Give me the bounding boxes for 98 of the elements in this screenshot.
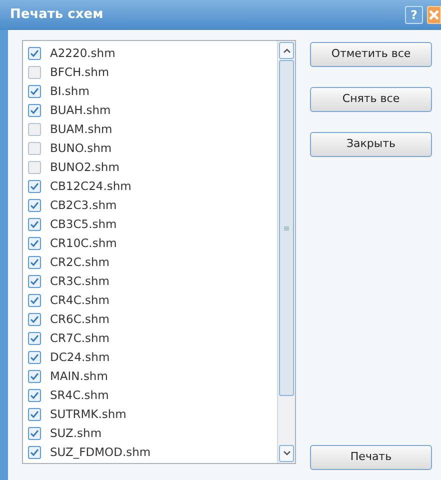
scroll-down-button[interactable] — [279, 445, 294, 462]
file-name: CR6C.shm — [50, 310, 110, 328]
scroll-thumb[interactable] — [279, 60, 294, 396]
file-item[interactable]: CR3C.shm — [28, 272, 277, 291]
file-name: BUNO2.shm — [50, 158, 120, 176]
checkbox[interactable] — [28, 237, 41, 250]
file-name: BUNO.shm — [50, 140, 112, 157]
file-item[interactable]: BUNO.shm — [28, 139, 277, 158]
check-icon — [30, 201, 39, 210]
action-button[interactable]: Снять все — [310, 87, 432, 112]
file-name: BUAH.shm — [50, 102, 111, 119]
file-item[interactable]: CR4C.shm — [28, 291, 277, 310]
check-icon — [30, 49, 39, 58]
file-name: CR7C.shm — [50, 330, 110, 347]
scroll-up-button[interactable] — [279, 42, 294, 59]
check-icon — [30, 334, 39, 343]
chevron-up-icon — [282, 48, 290, 53]
file-item[interactable]: CB12C24.shm — [28, 177, 277, 196]
check-icon — [30, 87, 39, 96]
file-item[interactable]: A2220.shm — [28, 44, 277, 63]
check-icon — [30, 448, 39, 457]
action-button[interactable]: Закрыть — [310, 132, 432, 157]
check-icon — [30, 106, 39, 115]
file-name: SR4C.shm — [50, 386, 109, 404]
file-item[interactable]: CR2C.shm — [28, 253, 277, 272]
file-item[interactable]: SUTRMK.shm — [28, 405, 277, 424]
file-name: SUZ_FDMOD.shm — [50, 444, 151, 461]
checkbox[interactable] — [28, 446, 41, 459]
file-name: MAIN.shm — [50, 368, 108, 385]
checkbox[interactable] — [28, 313, 41, 326]
file-item[interactable]: BUNO2.shm — [28, 158, 277, 177]
file-item[interactable]: BFCH.shm — [28, 63, 277, 82]
check-icon — [30, 182, 39, 191]
file-name: BFCH.shm — [50, 64, 110, 81]
file-item[interactable]: CR6C.shm — [28, 310, 277, 329]
file-item[interactable]: SUZ_FDMOD.shm — [28, 443, 277, 462]
grip-icon — [284, 226, 289, 230]
scrollbar[interactable] — [277, 41, 295, 463]
checkbox[interactable] — [28, 332, 41, 345]
checkbox[interactable] — [28, 123, 41, 136]
checkbox[interactable] — [28, 389, 41, 402]
checkbox[interactable] — [28, 104, 41, 117]
file-name: CR4C.shm — [50, 292, 110, 309]
action-button[interactable]: Отметить все — [310, 42, 432, 67]
window-title: Печать схем — [10, 6, 104, 24]
checkbox[interactable] — [28, 256, 41, 269]
checkbox[interactable] — [28, 370, 41, 383]
file-item[interactable]: SUZ.shm — [28, 424, 277, 443]
file-item[interactable]: CR10C.shm — [28, 234, 277, 253]
file-item[interactable]: CB2C3.shm — [28, 196, 277, 215]
file-item[interactable]: BI.shm — [28, 82, 277, 101]
checkbox[interactable] — [28, 351, 41, 364]
check-icon — [30, 429, 39, 438]
checkbox[interactable] — [28, 218, 41, 231]
file-name: CR3C.shm — [50, 272, 110, 290]
file-name: SUTRMK.shm — [50, 406, 126, 423]
file-name: BI.shm — [50, 82, 90, 100]
checkbox[interactable] — [28, 47, 41, 60]
check-icon — [30, 391, 39, 400]
checkbox[interactable] — [28, 275, 41, 288]
check-icon — [30, 220, 39, 229]
checkbox[interactable] — [28, 294, 41, 307]
file-item[interactable]: SR4C.shm — [28, 386, 277, 405]
file-name: BUAM.shm — [50, 120, 112, 138]
checkbox[interactable] — [28, 66, 41, 79]
chevron-down-icon — [282, 451, 290, 456]
file-name: SUZ.shm — [50, 424, 102, 442]
close-button[interactable] — [427, 6, 441, 24]
checkbox[interactable] — [28, 408, 41, 421]
checkbox[interactable] — [28, 199, 41, 212]
file-item[interactable]: MAIN.shm — [28, 367, 277, 386]
file-item[interactable]: BUAH.shm — [28, 101, 277, 120]
file-name: CB12C24.shm — [50, 178, 132, 195]
file-item[interactable]: DC24.shm — [28, 348, 277, 367]
print-button[interactable]: Печать — [310, 445, 432, 470]
file-item[interactable]: CB3C5.shm — [28, 215, 277, 234]
file-name: DC24.shm — [50, 348, 110, 366]
file-item[interactable]: BUAM.shm — [28, 120, 277, 139]
checkbox[interactable] — [28, 161, 41, 174]
check-icon — [30, 315, 39, 324]
close-icon — [428, 9, 440, 21]
check-icon — [30, 353, 39, 362]
check-icon — [30, 258, 39, 267]
checkbox[interactable] — [28, 180, 41, 193]
check-icon — [30, 410, 39, 419]
file-name: CR2C.shm — [50, 254, 110, 271]
check-icon — [30, 239, 39, 248]
file-name: CB3C5.shm — [50, 216, 117, 233]
file-name: CB2C3.shm — [50, 196, 117, 214]
check-icon — [30, 277, 39, 286]
file-name: A2220.shm — [50, 44, 116, 62]
check-icon — [30, 296, 39, 305]
checkbox[interactable] — [28, 85, 41, 98]
check-icon — [30, 372, 39, 381]
file-name: CR10C.shm — [50, 234, 117, 252]
checkbox[interactable] — [28, 142, 41, 155]
checkbox[interactable] — [28, 427, 41, 440]
file-item[interactable]: CR7C.shm — [28, 329, 277, 348]
